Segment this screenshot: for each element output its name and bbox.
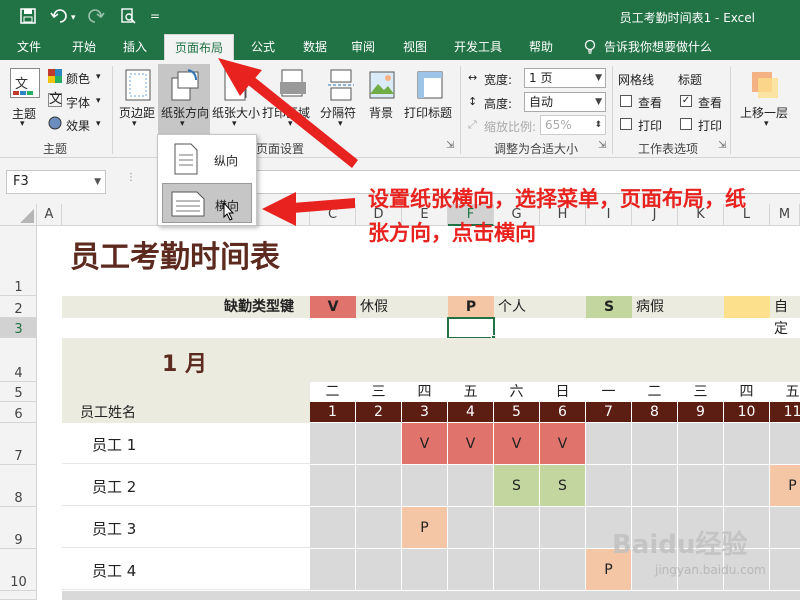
watermark-logo: Baidu经验 — [612, 530, 748, 560]
annotation-text: 设置纸张横向，选择菜单，页面布局，纸张方向，点击横向 — [368, 187, 746, 245]
annotation-arrows — [218, 58, 358, 226]
arrow-to-tab-icon — [218, 58, 358, 168]
watermark-url: jingyan.baidu.com — [655, 563, 766, 577]
arrow-to-landscape-icon — [262, 192, 355, 226]
